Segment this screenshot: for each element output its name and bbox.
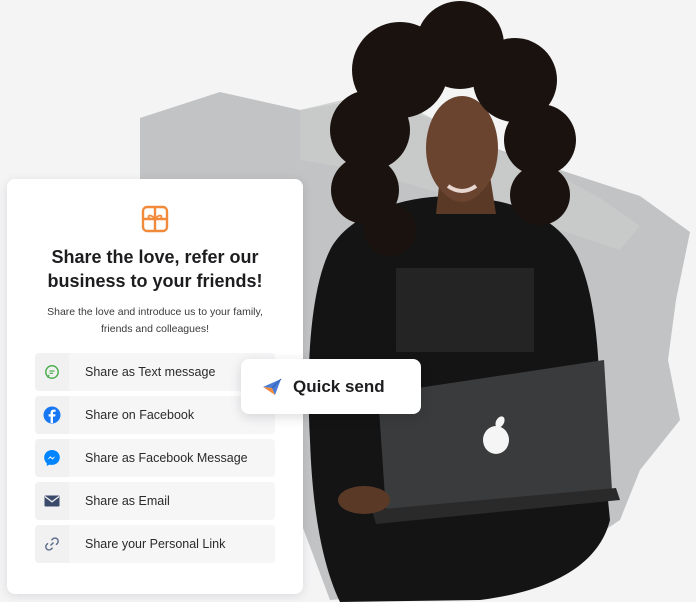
link-icon <box>35 525 69 563</box>
email-icon <box>35 482 69 520</box>
stage: Share the love, refer our business to yo… <box>0 0 696 602</box>
share-email-button[interactable]: Share as Email <box>35 482 275 520</box>
share-text-button[interactable]: Share as Text message <box>35 353 275 391</box>
sms-icon <box>35 353 69 391</box>
share-item-label: Share your Personal Link <box>85 537 226 551</box>
share-facebook-button[interactable]: Share on Facebook <box>35 396 275 434</box>
share-item-label: Share as Email <box>85 494 170 508</box>
messenger-icon <box>35 439 69 477</box>
card-title: Share the love, refer our business to yo… <box>47 247 263 291</box>
share-link-button[interactable]: Share your Personal Link <box>35 525 275 563</box>
share-item-label: Share as Facebook Message <box>85 451 248 465</box>
card-subtitle: Share the love and introduce us to your … <box>47 306 263 335</box>
quick-send-label: Quick send <box>293 376 385 396</box>
sweater-patch <box>396 268 534 352</box>
facebook-icon <box>35 396 69 434</box>
share-list: Share as Text message Share on Facebook <box>35 353 275 568</box>
share-item-label: Share as Text message <box>85 365 216 379</box>
share-messenger-button[interactable]: Share as Facebook Message <box>35 439 275 477</box>
share-item-label: Share on Facebook <box>85 408 195 422</box>
paper-plane-icon <box>263 378 282 395</box>
gift-icon <box>141 205 169 233</box>
quick-send-button[interactable]: Quick send <box>241 359 421 414</box>
